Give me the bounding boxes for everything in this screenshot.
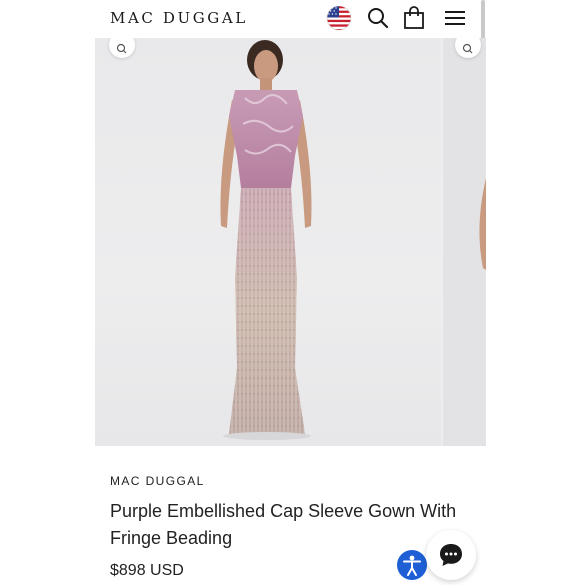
search-icon[interactable]	[365, 5, 391, 31]
background-left	[0, 0, 95, 580]
accessibility-icon[interactable]	[397, 550, 427, 580]
product-image-next[interactable]	[443, 38, 486, 446]
product-price: $898 USD	[110, 562, 184, 579]
background-right	[486, 0, 580, 580]
product-image-main[interactable]	[95, 38, 441, 446]
dress-illustration	[220, 40, 312, 440]
product-details: MAC DUGGAL Purple Embellished Cap Sleeve…	[95, 446, 486, 580]
chat-icon[interactable]	[426, 530, 476, 580]
brand-logo[interactable]: MAC DUGGAL	[110, 9, 248, 27]
shopping-bag-icon[interactable]	[401, 5, 427, 31]
zoom-icon[interactable]	[455, 38, 481, 58]
hamburger-menu-icon[interactable]	[442, 5, 468, 31]
zoom-icon[interactable]	[109, 38, 135, 58]
product-brand[interactable]: MAC DUGGAL	[110, 474, 205, 488]
product-title: Purple Embellished Cap Sleeve Gown With …	[110, 501, 457, 548]
product-image-gallery[interactable]	[95, 38, 486, 446]
us-flag-icon[interactable]	[326, 5, 352, 31]
site-header: MAC DUGGAL	[95, 0, 486, 39]
